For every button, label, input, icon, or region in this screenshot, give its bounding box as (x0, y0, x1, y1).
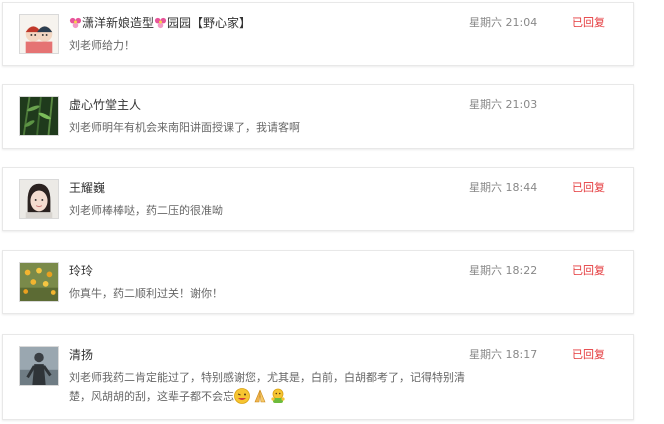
portrait-avatar-icon (20, 180, 58, 218)
list-item: 清扬 刘老师我药二肯定能过了，特别感谢您，尤其是，白前，白胡都考了，记得特别清楚… (2, 334, 634, 420)
comment-list: 潇洋新娘造型 园园【野心家】 刘老师给力！ 星期六 21:04 已回复 虚心竹堂 (0, 0, 664, 424)
comment-message: 你真牛，药二顺利过关！谢你！ (69, 287, 223, 300)
comment-message: 刘老师我药二肯定能过了，特别感谢您，尤其是，白前，白胡都考了，记得特别清楚，风胡… (69, 368, 479, 406)
list-item: 虚心竹堂主人 刘老师明年有机会来南阳讲面授课了，我请客啊 星期六 21:03 (2, 84, 634, 149)
comment-time: 星期六 18:17 (469, 348, 538, 361)
commenter-name[interactable]: 清扬 (69, 347, 93, 363)
comment-time: 星期六 18:44 (469, 181, 538, 194)
avatar[interactable] (19, 179, 59, 219)
comment-time: 星期六 21:04 (469, 16, 538, 29)
avatar[interactable] (19, 262, 59, 302)
commenter-name[interactable]: 王耀巍 (69, 180, 105, 196)
replied-status-link[interactable]: 已回复 (572, 15, 605, 31)
replied-status-link[interactable]: 已回复 (572, 180, 605, 196)
flower-heart-icon (154, 17, 167, 29)
comment-message: 刘老师棒棒哒，药二压的很准呦 (69, 204, 223, 217)
hug-emoji (271, 388, 285, 403)
list-item: 王耀巍 刘老师棒棒哒，药二压的很准呦 星期六 18:44 已回复 (2, 167, 634, 231)
comment-message: 刘老师明年有机会来南阳讲面授课了，我请客啊 (69, 121, 300, 134)
praying-hands-emoji (254, 389, 266, 403)
replied-status-link[interactable]: 已回复 (572, 263, 605, 279)
flower-heart-icon (69, 17, 82, 29)
grin-emoji (234, 388, 250, 404)
flowers-avatar-icon (20, 263, 58, 301)
comment-time: 星期六 21:03 (469, 98, 538, 111)
cartoon-couple-avatar-icon (20, 15, 58, 53)
commenter-name[interactable]: 虚心竹堂主人 (69, 97, 141, 113)
avatar[interactable] (19, 96, 59, 136)
avatar[interactable] (19, 346, 59, 386)
commenter-name[interactable]: 玲玲 (69, 263, 93, 279)
replied-status-link[interactable]: 已回复 (572, 347, 605, 363)
commenter-name-part: 园园【野心家】 (167, 16, 252, 30)
list-item: 玲玲 你真牛，药二顺利过关！谢你！ 星期六 18:22 已回复 (2, 250, 634, 314)
commenter-name[interactable]: 潇洋新娘造型 园园【野心家】 (69, 15, 251, 31)
comment-message: 刘老师给力！ (69, 39, 135, 52)
list-item: 潇洋新娘造型 园园【野心家】 刘老师给力！ 星期六 21:04 已回复 (2, 2, 634, 66)
avatar[interactable] (19, 14, 59, 54)
bamboo-avatar-icon (20, 97, 58, 135)
figure-avatar-icon (20, 347, 58, 385)
commenter-name-part: 潇洋新娘造型 (82, 16, 155, 30)
comment-time: 星期六 18:22 (469, 264, 538, 277)
